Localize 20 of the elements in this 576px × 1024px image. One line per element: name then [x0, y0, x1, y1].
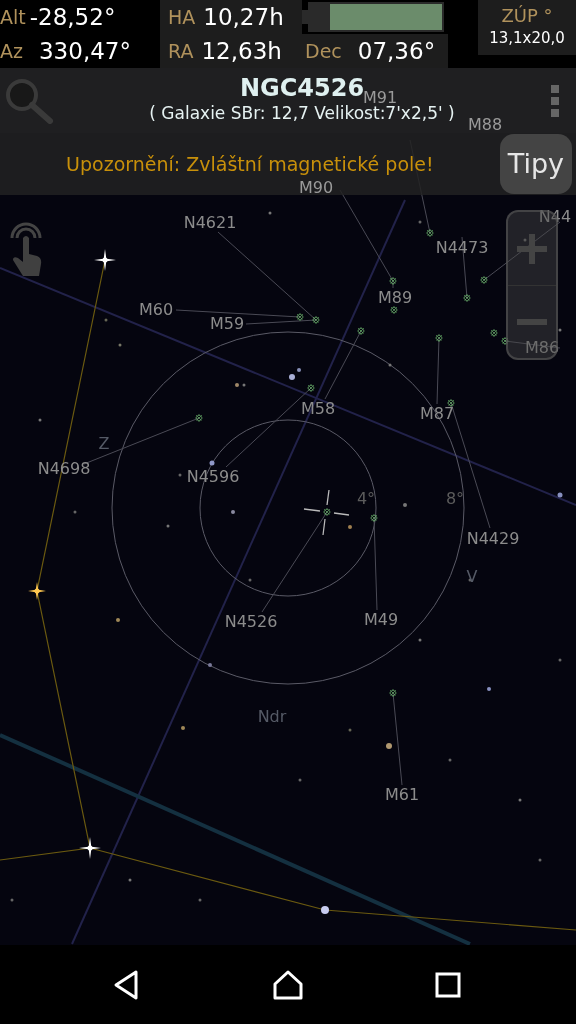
readout-value: 10,27h [203, 2, 284, 32]
readout-label: Alt [0, 4, 26, 30]
readout-value: 07,36° [357, 36, 436, 66]
field-of-view-value: 13,1x20,0 [489, 28, 565, 50]
object-details: ( Galaxie SBr: 12,7 Velikost:7'x2,5' ) [149, 102, 455, 125]
constellation-label: V [466, 568, 478, 586]
constellation-label: Z [98, 435, 110, 453]
readout-label: HA [168, 4, 196, 30]
readout-label: Az [0, 38, 23, 64]
readout-value: 330,47° [39, 36, 131, 66]
readout-label: Dec [305, 38, 342, 64]
warning-text: Upozornění: Zvláštní magnetické pole! [65, 151, 435, 177]
field-of-view-label: ZÚP ° [501, 5, 553, 28]
constellation-label: Ndr [257, 708, 287, 726]
scale-label: 4° [356, 490, 376, 508]
readout-value: 12,63h [201, 36, 282, 66]
readout-label: RA [168, 38, 194, 64]
readout-value: -28,52° [29, 2, 116, 32]
object-name: NGC4526 [239, 74, 365, 101]
scale-label: 8° [445, 490, 465, 508]
